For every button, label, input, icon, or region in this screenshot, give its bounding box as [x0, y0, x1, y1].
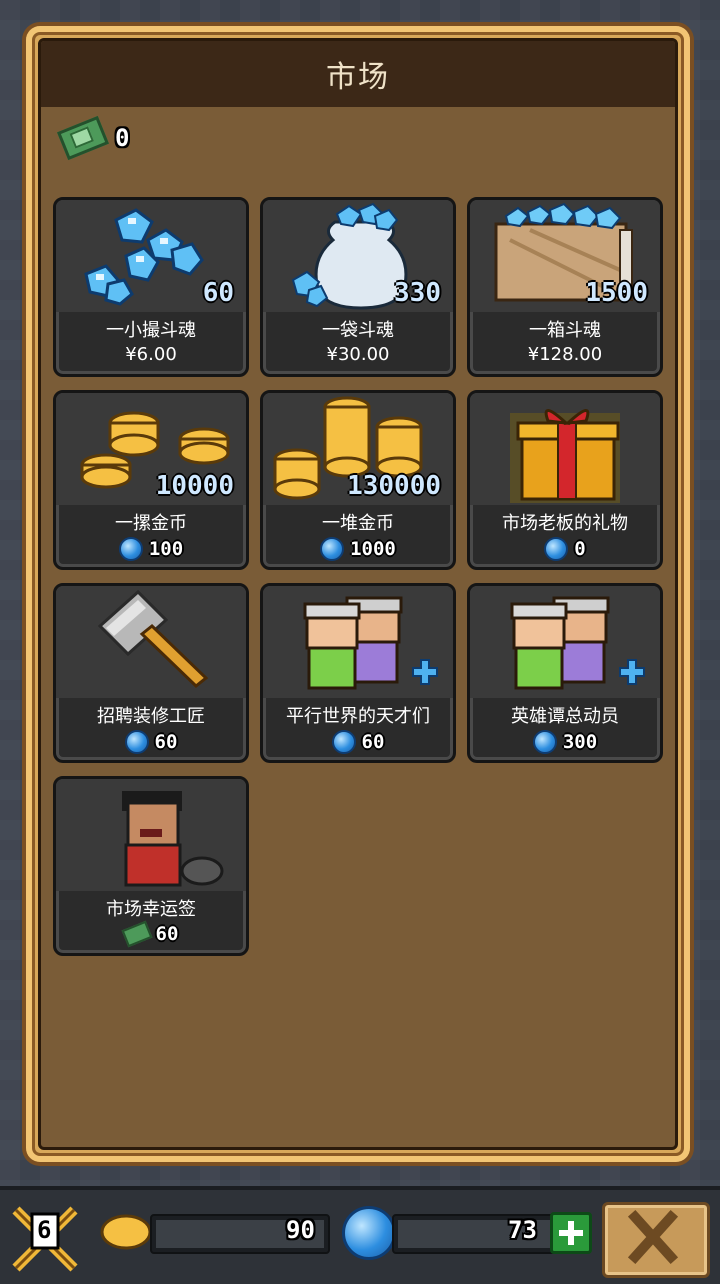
add-gems-button[interactable] — [550, 1212, 592, 1254]
price-value: ¥30.00 — [326, 344, 390, 365]
item-name: 招聘装修工匠 — [97, 706, 205, 727]
price-value: 1000 — [350, 538, 396, 560]
gem-icon — [331, 730, 356, 754]
plus-icon — [559, 1221, 583, 1245]
close-icon — [627, 1209, 679, 1265]
gem-icon — [532, 730, 557, 754]
item-name: 市场老板的礼物 — [502, 513, 628, 534]
shop-item-boss-gift[interactable]: 市场老板的礼物 0 — [467, 390, 663, 570]
item-price: 60 — [56, 730, 246, 754]
bill-icon — [121, 920, 152, 948]
shop-item-coin-stack[interactable]: 10000 一摞金币 100 — [53, 390, 249, 570]
price-value: 60 — [155, 923, 179, 945]
item-amount: 330 — [394, 278, 441, 308]
price-value: ¥6.00 — [125, 344, 177, 365]
item-price: 60 — [56, 920, 246, 948]
shop-item-box-souls[interactable]: 1500 一箱斗魂 ¥128.00 — [467, 197, 663, 377]
item-amount: 60 — [202, 278, 234, 308]
scientists-icon — [263, 586, 453, 698]
shop-item-lucky-draw[interactable]: 市场幸运签 60 — [53, 776, 249, 956]
item-name: 一小撮斗魂 — [106, 320, 196, 341]
item-price: 300 — [470, 730, 660, 754]
item-name: 一堆金币 — [322, 513, 394, 534]
item-price: ¥6.00 — [56, 344, 246, 365]
gift-box-icon — [470, 393, 660, 505]
shop-item-coin-pile[interactable]: 130000 一堆金币 1000 — [260, 390, 456, 570]
price-value: 100 — [148, 538, 184, 560]
item-amount: 1500 — [585, 278, 648, 308]
item-amount: 130000 — [347, 471, 441, 501]
price-value: 60 — [154, 731, 178, 753]
close-button[interactable] — [602, 1202, 710, 1278]
item-name: 一摞金币 — [115, 513, 187, 534]
item-amount: 10000 — [155, 471, 234, 501]
bill-icon — [56, 115, 110, 161]
bottom-bar: 6 90 73 — [0, 1186, 720, 1284]
level-badge[interactable]: 6 — [10, 1204, 80, 1274]
bills-balance: 0 — [56, 115, 130, 161]
coin-icon — [100, 1212, 152, 1252]
item-name: 市场幸运签 — [106, 899, 196, 920]
gem-icon — [544, 537, 569, 561]
item-name: 一箱斗魂 — [529, 320, 601, 341]
coins-count: 90 — [286, 1216, 315, 1244]
price-value: 0 — [574, 538, 586, 560]
title-bar: 市场 — [41, 41, 675, 107]
price-value: ¥128.00 — [527, 344, 603, 365]
bills-count: 0 — [115, 124, 130, 152]
gem-icon — [118, 537, 143, 561]
price-value: 60 — [361, 731, 385, 753]
item-name: 一袋斗魂 — [322, 320, 394, 341]
heroes-icon — [470, 586, 660, 698]
gems-count: 73 — [508, 1216, 537, 1244]
item-name: 平行世界的天才们 — [286, 706, 430, 727]
shop-grid: 60 一小撮斗魂 ¥6.00 330 一袋斗魂 ¥30.00 1500 一箱斗魂… — [53, 197, 663, 956]
item-name: 英雄谭总动员 — [511, 706, 619, 727]
lucky-character-icon — [56, 779, 246, 891]
item-price: 1000 — [263, 537, 453, 561]
shop-item-small-souls[interactable]: 60 一小撮斗魂 ¥6.00 — [53, 197, 249, 377]
hammer-icon — [56, 586, 246, 698]
shop-item-parallel-geniuses[interactable]: 平行世界的天才们 60 — [260, 583, 456, 763]
item-price: 100 — [56, 537, 246, 561]
item-price: 0 — [470, 537, 660, 561]
page-title: 市场 — [326, 60, 390, 95]
shop-item-hero-mobilization[interactable]: 英雄谭总动员 300 — [467, 583, 663, 763]
gem-icon — [124, 730, 149, 754]
level-number: 6 — [37, 1216, 52, 1244]
shop-item-hire-craftsman[interactable]: 招聘装修工匠 60 — [53, 583, 249, 763]
shop-item-bag-souls[interactable]: 330 一袋斗魂 ¥30.00 — [260, 197, 456, 377]
market-panel-inner: 市场 0 60 一小撮斗魂 ¥6.00 330 一袋斗魂 ¥30.00 1500… — [38, 38, 678, 1150]
gem-icon — [320, 537, 345, 561]
market-panel: 市场 0 60 一小撮斗魂 ¥6.00 330 一袋斗魂 ¥30.00 1500… — [26, 26, 690, 1162]
item-price: ¥128.00 — [470, 344, 660, 365]
item-price: 60 — [263, 730, 453, 754]
gem-icon — [342, 1206, 396, 1260]
item-price: ¥30.00 — [263, 344, 453, 365]
price-value: 300 — [562, 731, 598, 753]
